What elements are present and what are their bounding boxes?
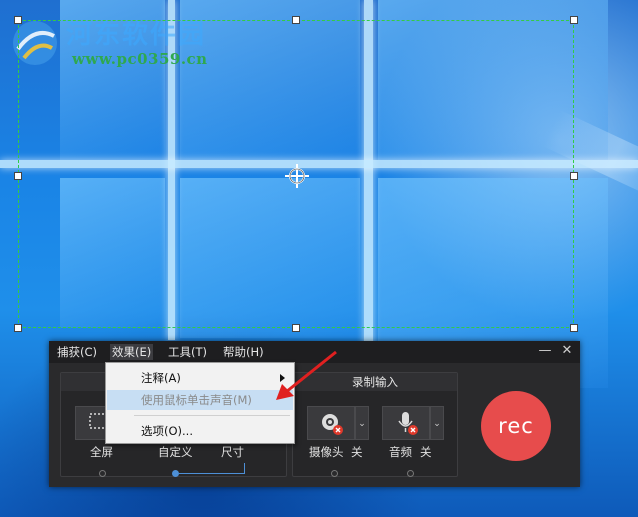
fullscreen-radio[interactable]: [99, 470, 106, 477]
custom-label[interactable]: 自定义: [158, 444, 193, 460]
menu-tools[interactable]: 工具(T): [166, 344, 209, 360]
webcam-icon: [322, 414, 343, 435]
minimize-button[interactable]: —: [538, 344, 552, 358]
menu-item-options[interactable]: 选项(O)...: [107, 421, 293, 441]
webcam-toggle-button[interactable]: [307, 406, 355, 440]
custom-radio[interactable]: [172, 470, 179, 477]
size-slider-track[interactable]: [179, 473, 245, 474]
audio-dropdown-button[interactable]: ⌄: [430, 406, 444, 440]
microphone-icon: [398, 412, 418, 435]
audio-indicator: [407, 470, 414, 477]
resize-handle-bottom[interactable]: [292, 324, 300, 332]
audio-state: 关: [420, 445, 432, 459]
menu-item-label: 选项(O)...: [141, 424, 193, 438]
webcam-dropdown-button[interactable]: ⌄: [355, 406, 369, 440]
crosshair-move-icon[interactable]: [284, 163, 310, 189]
menu-item-mouse-click-sound[interactable]: 使用鼠标单击声音(M): [107, 390, 293, 410]
menu-effects[interactable]: 效果(E): [110, 344, 154, 360]
size-slider-tick: [244, 463, 245, 473]
audio-label: 音频: [389, 445, 412, 459]
webcam-state: 关: [351, 445, 363, 459]
menu-separator: [134, 415, 290, 416]
effects-menu-dropdown: 注释(A) 使用鼠标单击声音(M) 选项(O)...: [105, 362, 295, 444]
resize-handle-top-right[interactable]: [570, 16, 578, 24]
resize-handle-bottom-right[interactable]: [570, 324, 578, 332]
menu-capture[interactable]: 捕获(C): [55, 344, 99, 360]
pointer-arrow-annotation: [276, 350, 337, 400]
resize-handle-bottom-left[interactable]: [14, 324, 22, 332]
menu-item-annotations[interactable]: 注释(A): [107, 368, 293, 388]
close-button[interactable]: ✕: [560, 344, 574, 358]
chevron-down-icon: ⌄: [433, 419, 441, 429]
menu-item-label: 使用鼠标单击声音(M): [141, 393, 252, 407]
size-label[interactable]: 尺寸: [221, 444, 244, 460]
webcam-label: 摄像头: [309, 445, 344, 459]
resize-handle-left[interactable]: [14, 172, 22, 180]
resize-handle-top[interactable]: [292, 16, 300, 24]
fullscreen-label: 全屏: [90, 445, 113, 459]
webcam-indicator: [331, 470, 338, 477]
rec-button[interactable]: rec: [481, 391, 551, 461]
audio-toggle-button[interactable]: [382, 406, 430, 440]
menu-help[interactable]: 帮助(H): [221, 344, 266, 360]
menu-item-label: 注释(A): [141, 371, 181, 385]
resize-handle-top-left[interactable]: [14, 16, 22, 24]
resize-handle-right[interactable]: [570, 172, 578, 180]
chevron-down-icon: ⌄: [358, 419, 366, 429]
